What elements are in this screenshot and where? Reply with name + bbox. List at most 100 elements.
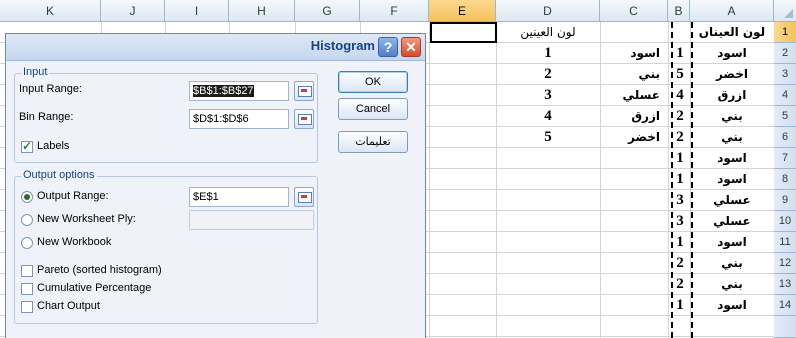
new-worksheet-ply-radio[interactable]	[21, 214, 33, 226]
cell-a13[interactable]: بني	[690, 274, 774, 295]
cell-b4[interactable]: 4	[670, 85, 690, 106]
active-cell-e1[interactable]	[430, 22, 497, 43]
output-range-radio[interactable]	[21, 191, 33, 203]
cell-b11[interactable]: 1	[670, 232, 690, 253]
input-group-title: Input	[21, 66, 50, 78]
cell-b6[interactable]: 2	[670, 127, 690, 148]
cell-a9[interactable]: عسلي	[690, 190, 774, 211]
row-header[interactable]: 6	[774, 127, 796, 148]
cell-a7[interactable]: اسود	[690, 148, 774, 169]
cell-d5[interactable]: 4	[496, 106, 600, 127]
cell-a3[interactable]: اخضر	[690, 64, 774, 85]
pareto-checkbox[interactable]	[21, 265, 33, 277]
cell-d2[interactable]: 1	[496, 43, 600, 64]
bin-range-collapse-icon[interactable]	[294, 109, 314, 129]
input-range-value: $B$1:$B$27	[193, 85, 254, 97]
cumulative-percentage-checkbox[interactable]	[21, 283, 33, 295]
cell-b5[interactable]: 2	[670, 106, 690, 127]
row-header[interactable]: 12	[774, 253, 796, 274]
cell-b10[interactable]: 3	[670, 211, 690, 232]
cell-a2[interactable]: اسود	[690, 43, 774, 64]
column-header-a[interactable]: A	[690, 0, 774, 22]
new-workbook-radio[interactable]	[21, 237, 33, 249]
cell-b8[interactable]: 1	[670, 169, 690, 190]
chart-output-checkbox[interactable]	[21, 301, 33, 313]
cell-b12[interactable]: 2	[670, 253, 690, 274]
dialog-titlebar[interactable]: Histogram ? ✕	[6, 34, 425, 61]
close-icon[interactable]: ✕	[401, 37, 421, 57]
input-range-collapse-icon[interactable]	[294, 81, 314, 101]
output-range-field[interactable]: $E$1	[189, 187, 289, 207]
row-header[interactable]: 11	[774, 232, 796, 253]
new-worksheet-ply-label: New Worksheet Ply:	[37, 213, 136, 225]
cell-c3[interactable]: بني	[602, 64, 660, 85]
output-range-collapse-icon[interactable]	[294, 187, 314, 207]
cell-d1[interactable]: لون العينين	[496, 22, 600, 43]
column-header-h[interactable]: H	[229, 0, 295, 22]
copy-marquee-left	[671, 22, 673, 338]
row-header[interactable]: 4	[774, 85, 796, 106]
cell-c2[interactable]: اسود	[602, 43, 660, 64]
cell-c5[interactable]: ازرق	[602, 106, 660, 127]
grid-vline	[429, 22, 430, 338]
input-range-field[interactable]: $B$1:$B$27	[189, 81, 289, 101]
cell-a10[interactable]: عسلي	[690, 211, 774, 232]
cell-b14[interactable]: 1	[670, 295, 690, 316]
cell-a14[interactable]: اسود	[690, 295, 774, 316]
cell-b3[interactable]: 5	[670, 64, 690, 85]
row-header[interactable]: 14	[774, 295, 796, 316]
row-header[interactable]: 13	[774, 274, 796, 295]
cell-d3[interactable]: 2	[496, 64, 600, 85]
cell-d4[interactable]: 3	[496, 85, 600, 106]
cell-a6[interactable]: بني	[690, 127, 774, 148]
cell-c6[interactable]: اخضر	[602, 127, 660, 148]
row-header[interactable]: 8	[774, 169, 796, 190]
help-button[interactable]: تعليمات	[338, 131, 408, 153]
cell-b7[interactable]: 1	[670, 148, 690, 169]
cell-d6[interactable]: 5	[496, 127, 600, 148]
column-header-b[interactable]: B	[668, 0, 690, 22]
chart-output-label: Chart Output	[37, 300, 100, 312]
row-header[interactable]	[774, 316, 796, 338]
ok-button[interactable]: OK	[338, 71, 408, 93]
cumulative-percentage-label: Cumulative Percentage	[37, 282, 152, 294]
dialog-title: Histogram	[310, 38, 375, 53]
cell-a5[interactable]: بني	[690, 106, 774, 127]
bin-range-label: Bin Range:	[19, 111, 74, 123]
cell-a11[interactable]: اسود	[690, 232, 774, 253]
input-range-label: Input Range:	[19, 83, 82, 95]
cell-c4[interactable]: عسلي	[602, 85, 660, 106]
new-workbook-label: New Workbook	[37, 236, 112, 248]
pareto-label: Pareto (sorted histogram)	[37, 264, 162, 276]
column-header-k[interactable]: K	[0, 0, 101, 22]
help-icon[interactable]: ?	[378, 37, 398, 57]
column-header-d[interactable]: D	[496, 0, 600, 22]
column-header-g[interactable]: G	[295, 0, 360, 22]
column-header-f[interactable]: F	[360, 0, 429, 22]
cell-a4[interactable]: ازرق	[690, 85, 774, 106]
column-header-c[interactable]: C	[600, 0, 668, 22]
labels-checkbox[interactable]	[21, 139, 33, 153]
cell-b2[interactable]: 1	[670, 43, 690, 64]
cell-a8[interactable]: اسود	[690, 169, 774, 190]
row-header[interactable]: 1	[774, 22, 796, 43]
row-header[interactable]: 10	[774, 211, 796, 232]
cell-a12[interactable]: بني	[690, 253, 774, 274]
labels-label: Labels	[37, 140, 70, 152]
row-header[interactable]: 5	[774, 106, 796, 127]
new-worksheet-ply-field[interactable]	[189, 210, 314, 230]
bin-range-field[interactable]: $D$1:$D$6	[189, 109, 289, 129]
row-header[interactable]: 3	[774, 64, 796, 85]
column-header-j[interactable]: J	[101, 0, 165, 22]
column-header-e[interactable]: E	[429, 0, 496, 22]
cell-b13[interactable]: 2	[670, 274, 690, 295]
cell-b9[interactable]: 3	[670, 190, 690, 211]
select-all-corner[interactable]	[774, 0, 796, 22]
column-header-i[interactable]: I	[165, 0, 229, 22]
cell-a1[interactable]: لون العيناں	[690, 22, 774, 43]
row-header[interactable]: 9	[774, 190, 796, 211]
grid-vline	[668, 22, 669, 338]
cancel-button[interactable]: Cancel	[338, 98, 408, 120]
row-header[interactable]: 2	[774, 43, 796, 64]
row-header[interactable]: 7	[774, 148, 796, 169]
